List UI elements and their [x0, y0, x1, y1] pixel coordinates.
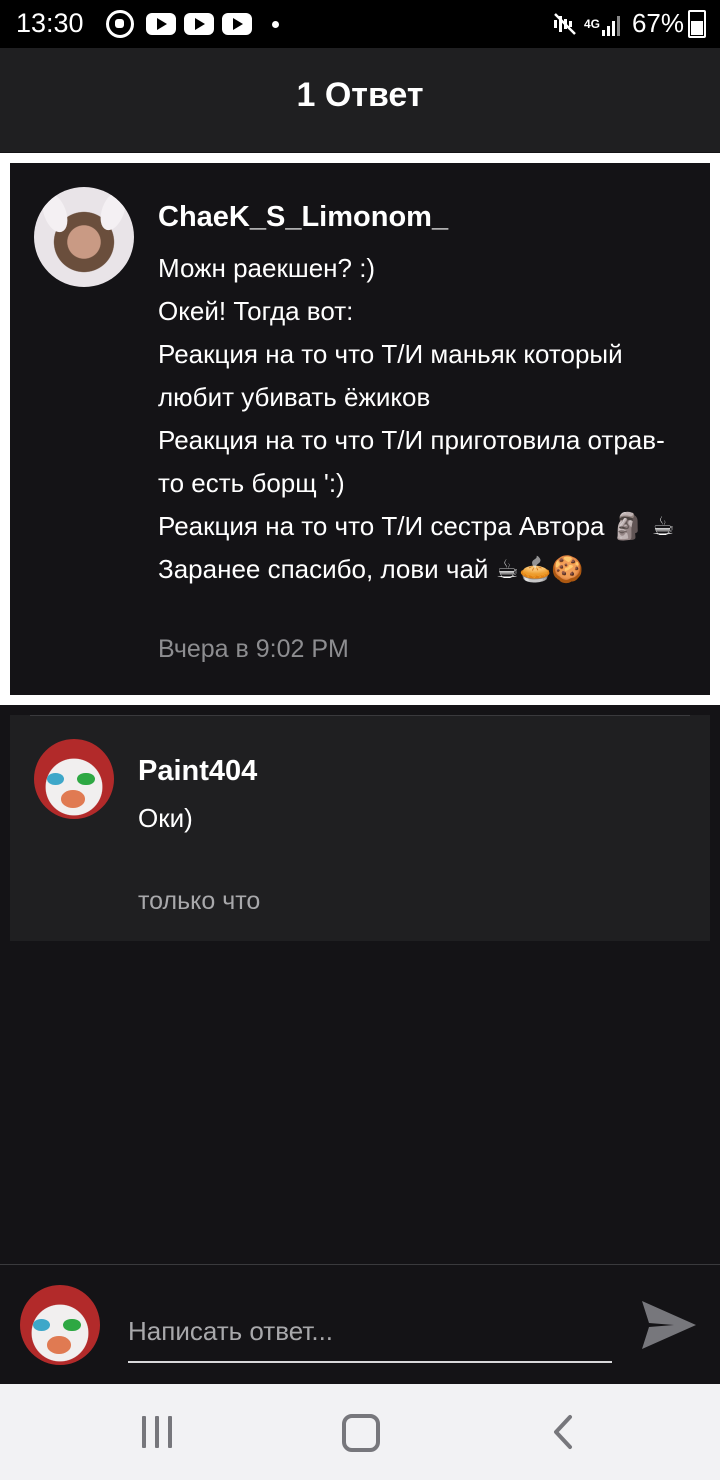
recents-icon[interactable] [142, 1416, 181, 1448]
comment-text: Можн раекшен? :) Окей! Тогда вот: Реакци… [158, 247, 698, 591]
back-icon[interactable] [548, 1414, 578, 1450]
comment-line: Окей! Тогда вот: [158, 296, 354, 326]
avatar[interactable] [34, 187, 134, 287]
youtube-icon [184, 13, 214, 35]
battery-icon [688, 9, 706, 38]
original-comment-frame: ChaeK_S_Limonom_ Можн раекшен? :) Окей! … [0, 153, 720, 705]
comment-timestamp: Вчера в 9:02 PM [158, 635, 349, 663]
comment-line: Можн раекшен? :) [158, 253, 376, 283]
page-header: 1 Ответ [0, 48, 720, 152]
youtube-icon [146, 13, 176, 35]
battery-percent: 67% [631, 8, 684, 38]
avatar [20, 1285, 100, 1365]
status-time: 13:30 [16, 8, 84, 38]
send-icon[interactable] [640, 1297, 698, 1353]
page-title: 1 Ответ [296, 76, 424, 114]
compose-bar [0, 1264, 720, 1385]
reply-input[interactable] [128, 1301, 612, 1363]
notification-icons [106, 10, 279, 38]
home-icon[interactable] [342, 1414, 380, 1452]
comment-line: Реакция на то что Т/И сестра Автора 🗿 ☕ [158, 511, 675, 541]
reply-item[interactable]: Paint404 Оки) только что [10, 715, 710, 941]
whatsapp-icon [106, 10, 134, 38]
divider [30, 715, 690, 716]
avatar[interactable] [34, 739, 114, 819]
notification-dot-icon [272, 20, 279, 28]
signal-icon [601, 12, 622, 36]
reply-author[interactable]: Paint404 [138, 755, 257, 788]
system-nav-bar [0, 1384, 720, 1480]
network-type: 4G [583, 16, 600, 31]
comment-line: Заранее спасибо, лови чай ☕🥧🍪 [158, 554, 584, 584]
original-comment[interactable]: ChaeK_S_Limonom_ Можн раекшен? :) Окей! … [10, 163, 710, 695]
reply-timestamp: только что [138, 887, 261, 915]
youtube-icon [222, 13, 252, 35]
system-status-icons: 4G 67% [552, 8, 706, 39]
comment-line: Реакция на то что Т/И приготовила отрав-… [158, 425, 665, 498]
comment-line: Реакция на то что Т/И маньяк который люб… [158, 339, 623, 412]
status-bar: 13:30 4G 67% [0, 0, 720, 48]
reply-text: Оки) [138, 803, 193, 833]
mute-icon [553, 12, 576, 35]
comment-author[interactable]: ChaeK_S_Limonom_ [158, 201, 448, 234]
